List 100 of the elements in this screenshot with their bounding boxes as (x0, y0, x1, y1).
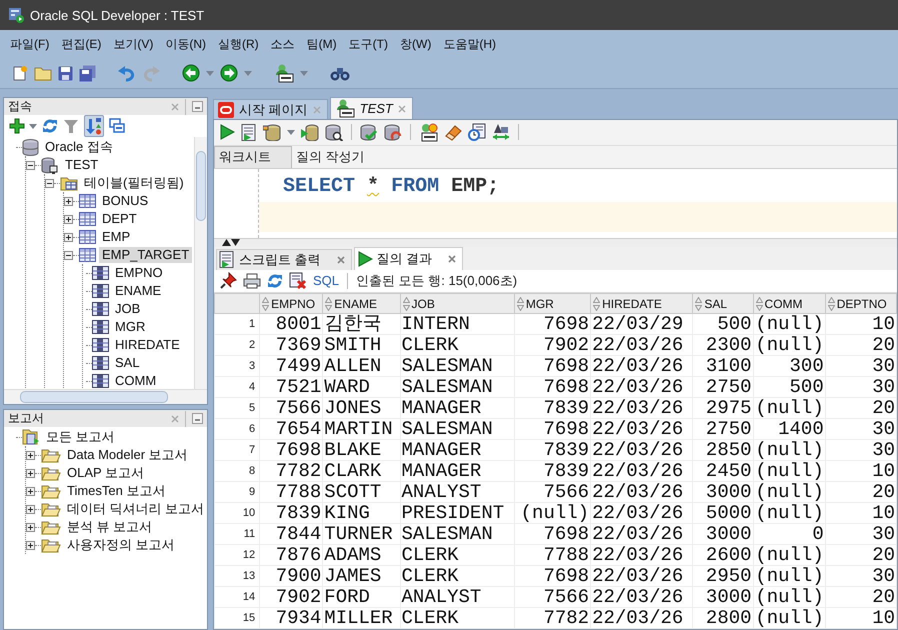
result-tab[interactable]: 스크립트 출력 (216, 248, 352, 270)
sql-link[interactable]: SQL (313, 273, 340, 288)
tree-item[interactable]: HIREDATE (112, 337, 183, 353)
tree-item[interactable]: EMP (99, 229, 134, 245)
caret-icon[interactable] (29, 124, 37, 128)
filter-icon[interactable] (63, 118, 79, 134)
menu-item[interactable]: 파일(F) (4, 36, 56, 52)
tree-item[interactable]: Oracle 접속 (42, 139, 116, 155)
save-icon[interactable] (58, 66, 73, 80)
collapse-icon[interactable] (45, 178, 54, 188)
column-header[interactable]: JOB (400, 294, 514, 314)
delete-sheet-icon[interactable] (289, 272, 307, 290)
scrollbar[interactable] (4, 389, 207, 404)
worksheet-tab[interactable]: 워크시트 (214, 146, 292, 168)
printer-icon[interactable] (243, 272, 261, 289)
back-icon[interactable] (182, 64, 200, 82)
sheet-star-icon[interactable] (419, 122, 438, 142)
tree-item[interactable]: TimesTen 보고서 (64, 483, 168, 499)
column-header[interactable]: DEPTNO (825, 294, 896, 314)
database-search-icon[interactable] (325, 124, 343, 141)
menu-item[interactable]: 도움말(H) (437, 36, 502, 52)
run-script-icon[interactable] (241, 124, 257, 141)
forward-icon[interactable] (220, 64, 238, 82)
expand-icon[interactable] (26, 540, 35, 550)
scroll-thumb[interactable] (20, 391, 168, 403)
expand-icon[interactable] (64, 232, 73, 242)
collapse-icon[interactable] (26, 160, 35, 170)
close-icon[interactable] (448, 254, 456, 263)
tree-item[interactable]: TEST (62, 157, 102, 173)
menu-item[interactable]: 창(W) (394, 36, 438, 52)
play-icon[interactable] (219, 124, 235, 140)
caret-icon[interactable] (287, 130, 295, 135)
menu-item[interactable]: 실행(R) (212, 36, 265, 52)
column-header[interactable]: SAL (692, 294, 754, 314)
database-tree-icon[interactable] (263, 124, 281, 141)
menu-item[interactable]: 보기(V) (107, 36, 160, 52)
database-check-icon[interactable] (360, 124, 378, 141)
tree-item[interactable]: JOB (112, 301, 144, 317)
expand-icon[interactable] (26, 504, 35, 514)
scroll-thumb[interactable] (196, 151, 206, 221)
database-play-icon[interactable] (301, 124, 319, 141)
new-file-icon[interactable] (12, 65, 28, 81)
swap-arrows-icon[interactable] (492, 123, 510, 142)
refresh-icon[interactable] (267, 272, 283, 289)
tree-item[interactable]: BONUS (99, 193, 152, 209)
editor-tab[interactable]: TEST (330, 97, 413, 119)
column-header[interactable]: COMM (753, 294, 826, 314)
expand-icon[interactable] (26, 486, 35, 496)
collapse-icon[interactable] (64, 250, 73, 260)
tree-item[interactable]: MGR (112, 319, 148, 335)
database-undo-icon[interactable] (384, 124, 402, 141)
clock-sheet-icon[interactable] (468, 123, 486, 142)
column-header[interactable]: ENAME (322, 294, 400, 314)
column-header[interactable]: MGR (514, 294, 591, 314)
tree-item[interactable]: 사용자정의 보고서 (64, 537, 178, 553)
result-tab[interactable]: 질의 결과 (354, 246, 464, 270)
tree-item[interactable]: 분석 뷰 보고서 (64, 519, 156, 535)
tree-item[interactable]: ENAME (112, 283, 164, 299)
pin-icon[interactable] (220, 272, 237, 290)
column-header[interactable]: EMPNO (260, 294, 323, 314)
binoculars-icon[interactable] (330, 65, 350, 81)
plus-icon[interactable] (9, 118, 25, 134)
save-all-icon[interactable] (79, 64, 96, 82)
minimize-icon[interactable] (192, 413, 203, 424)
tree-item[interactable]: EMP_TARGET (99, 247, 192, 263)
column-header[interactable]: HIREDATE (590, 294, 693, 314)
editor-tab[interactable]: 시작 페이지 (213, 99, 328, 119)
menu-item[interactable]: 팀(M) (300, 36, 343, 52)
table-cell: SALESMAN (400, 376, 514, 398)
expand-icon[interactable] (26, 522, 35, 532)
toggle-button[interactable] (84, 115, 104, 137)
row-number: 11 (214, 524, 260, 544)
menu-item[interactable]: 소스 (264, 36, 301, 52)
expand-icon[interactable] (26, 468, 35, 478)
table-cell: 22/03/26 (590, 524, 693, 544)
scrollbar[interactable] (194, 137, 207, 389)
expand-icon[interactable] (64, 214, 73, 224)
minimize-icon[interactable] (192, 101, 203, 112)
tree-item[interactable]: DEPT (99, 211, 140, 227)
folder-icon[interactable] (34, 66, 52, 80)
eraser-icon[interactable] (444, 124, 462, 141)
collapse-arrows-icon[interactable] (222, 239, 240, 246)
windows-icon[interactable] (109, 118, 125, 134)
expand-icon[interactable] (26, 450, 35, 460)
menu-item[interactable]: 이동(N) (159, 36, 212, 52)
menu-item[interactable]: 도구(T) (342, 36, 394, 52)
menu-item[interactable]: 편집(E) (55, 36, 108, 52)
refresh-icon[interactable] (42, 118, 58, 134)
expand-icon[interactable] (64, 196, 73, 206)
tree-item[interactable]: COMM (112, 373, 160, 389)
tree-item[interactable]: 테이블(필터링됨) (81, 175, 187, 191)
tree-item[interactable]: SAL (112, 355, 143, 371)
tree-item[interactable]: 모든 보고서 (43, 429, 118, 445)
worksheet-tab[interactable]: 질의 작성기 (292, 146, 379, 168)
tree-item[interactable]: Data Modeler 보고서 (64, 447, 191, 463)
person-sheet-icon[interactable] (274, 64, 294, 82)
tree-item[interactable]: OLAP 보고서 (64, 465, 148, 481)
tree-item[interactable]: 데이터 딕셔너리 보고서 (64, 501, 207, 517)
tree-item[interactable]: EMPNO (112, 265, 166, 281)
close-icon[interactable] (336, 256, 345, 264)
